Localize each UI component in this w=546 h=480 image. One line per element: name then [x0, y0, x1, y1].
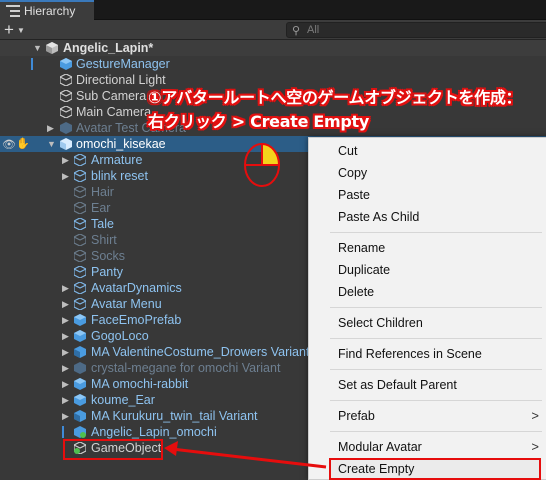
annotation-arrow [164, 441, 327, 469]
right-click-mouse-icon [244, 142, 281, 187]
